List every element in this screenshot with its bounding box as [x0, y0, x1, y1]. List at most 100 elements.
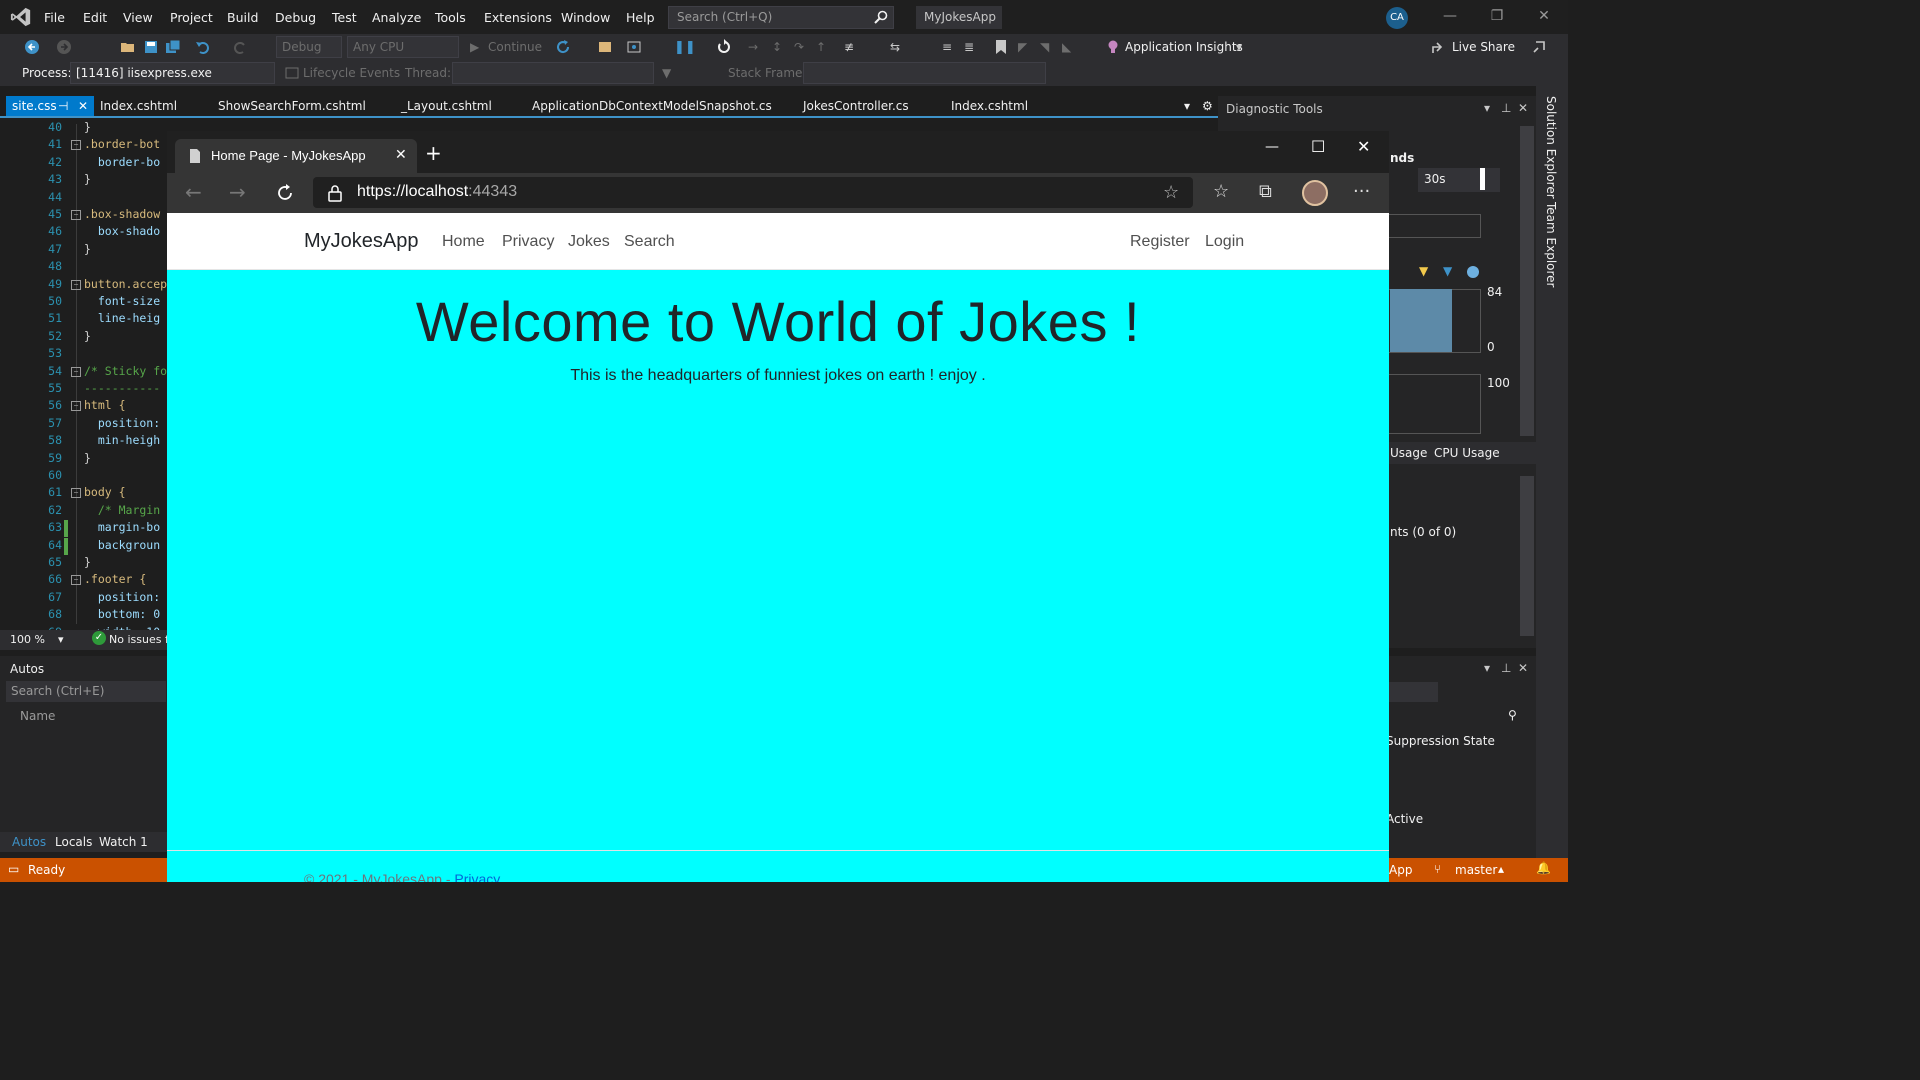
tab-list-dropdown-icon[interactable]: ▾: [1184, 96, 1190, 116]
clear-bookmarks-icon[interactable]: ◣: [1062, 40, 1071, 54]
browser-close-icon[interactable]: ✕: [1357, 137, 1370, 156]
menu-extensions[interactable]: Extensions: [484, 10, 552, 25]
zoom-level[interactable]: 100 %: [10, 633, 45, 646]
diag-scrollbar[interactable]: [1520, 126, 1534, 436]
browser-maximize-icon[interactable]: ☐: [1311, 137, 1325, 156]
browser-back-icon[interactable]: ←: [185, 180, 202, 204]
continue-button[interactable]: Continue: [488, 40, 542, 54]
tab-memory-usage[interactable]: Usage: [1390, 446, 1427, 460]
tab-index-cshtml[interactable]: Index.cshtml: [100, 96, 177, 116]
fold-toggle-icon[interactable]: −: [71, 575, 81, 586]
collections-icon[interactable]: ⧉: [1259, 181, 1272, 202]
code-editor[interactable]: 40} 41− .border-bot 42 border-bo 43} 44 45− .bo…: [0, 118, 168, 630]
menu-analyze[interactable]: Analyze: [372, 10, 421, 25]
menu-view[interactable]: View: [123, 10, 153, 25]
autos-name-column[interactable]: Name: [20, 709, 55, 723]
save-all-icon[interactable]: [165, 39, 181, 55]
settings-icon[interactable]: ⚙: [1202, 96, 1213, 116]
fold-toggle-icon[interactable]: −: [71, 210, 81, 220]
nav-search[interactable]: Search: [624, 233, 675, 251]
application-insights-button[interactable]: Application Insights: [1125, 40, 1243, 54]
stack-frame-select[interactable]: [803, 62, 1046, 84]
tab-locals[interactable]: Locals: [55, 835, 92, 849]
filter-icon[interactable]: ▼: [662, 66, 671, 80]
nav-login[interactable]: Login: [1205, 233, 1244, 251]
favorite-star-icon[interactable]: ☆: [1163, 182, 1179, 203]
tab-jokes-controller[interactable]: JokesController.cs: [803, 96, 909, 116]
next-bookmark-icon[interactable]: ◥: [1040, 40, 1049, 54]
minimize-icon[interactable]: —: [1440, 8, 1460, 26]
process-select[interactable]: [11416] iisexpress.exe: [70, 62, 275, 84]
notification-bell-icon[interactable]: 🔔: [1536, 861, 1551, 875]
panel-dropdown-icon[interactable]: ▾: [1484, 661, 1490, 675]
browser-tab[interactable]: Home Page - MyJokesApp ✕: [175, 139, 417, 173]
platform-select[interactable]: Any CPU: [347, 36, 459, 58]
menu-tools[interactable]: Tools: [435, 10, 466, 25]
tab-close-icon[interactable]: ✕: [78, 99, 88, 113]
menu-debug[interactable]: Debug: [275, 10, 316, 25]
diag-dropdown-icon[interactable]: ▾: [1484, 101, 1490, 115]
timeline-cursor[interactable]: [1480, 168, 1485, 190]
tab-showsearchform[interactable]: ShowSearchForm.cshtml: [218, 96, 366, 116]
screenshot-icon[interactable]: [626, 39, 642, 55]
live-share-icon[interactable]: [1431, 39, 1447, 55]
restart-icon[interactable]: [716, 39, 732, 55]
comment-icon[interactable]: ≡: [942, 40, 952, 54]
hot-reload-icon[interactable]: ≢: [844, 40, 854, 54]
lifecycle-events-button[interactable]: Lifecycle Events: [303, 66, 400, 80]
play-icon[interactable]: ▶: [470, 40, 479, 54]
step-into-icon[interactable]: →: [748, 40, 758, 54]
team-explorer-tab[interactable]: Team Explorer: [1544, 202, 1558, 288]
tab-index-cshtml-2[interactable]: Index.cshtml: [951, 96, 1028, 116]
browser-minimize-icon[interactable]: —: [1265, 139, 1279, 155]
new-tab-icon[interactable]: +: [425, 141, 442, 165]
menu-help[interactable]: Help: [626, 10, 655, 25]
fold-toggle-icon[interactable]: −: [71, 488, 81, 499]
back-nav-icon[interactable]: [24, 39, 40, 55]
vs-search-box[interactable]: Search (Ctrl+Q): [668, 6, 894, 29]
user-avatar[interactable]: CA: [1386, 7, 1408, 29]
feedback-icon[interactable]: [1531, 39, 1547, 55]
issues-status[interactable]: No issues fo: [109, 633, 176, 646]
close-icon[interactable]: ✕: [1534, 8, 1554, 26]
zoom-dropdown-icon[interactable]: ▾: [58, 633, 64, 646]
nav-register[interactable]: Register: [1130, 233, 1190, 251]
diag-lower-scrollbar[interactable]: [1520, 476, 1534, 636]
suppression-column[interactable]: Suppression State: [1386, 734, 1495, 748]
panel-close-icon[interactable]: ✕: [1518, 661, 1528, 675]
branch-caret-icon[interactable]: ▴: [1498, 862, 1504, 876]
step-up-icon[interactable]: ↑: [816, 40, 826, 54]
configuration-select[interactable]: Debug: [276, 36, 342, 58]
step-over-icon[interactable]: ↕: [772, 40, 782, 54]
favorites-icon[interactable]: ☆: [1213, 181, 1229, 202]
restore-icon[interactable]: ❐: [1487, 8, 1507, 26]
fold-toggle-icon[interactable]: −: [71, 279, 81, 290]
autos-search-input[interactable]: Search (Ctrl+E): [6, 681, 166, 702]
browser-tab-close-icon[interactable]: ✕: [395, 147, 407, 163]
profile-avatar[interactable]: [1302, 180, 1328, 206]
lock-icon[interactable]: [327, 184, 343, 202]
open-folder-icon[interactable]: [120, 39, 136, 55]
redo-icon[interactable]: [232, 39, 248, 55]
address-bar[interactable]: https://localhost:44343 ☆: [313, 177, 1193, 208]
diag-pin-icon[interactable]: ⊥: [1501, 101, 1511, 115]
nav-home[interactable]: Home: [442, 233, 485, 251]
tab-dbcontext-snapshot[interactable]: ApplicationDbContextModelSnapshot.cs: [532, 96, 772, 116]
prev-bookmark-icon[interactable]: ◤: [1018, 40, 1027, 54]
uncomment-icon[interactable]: ≣: [964, 40, 974, 54]
menu-window[interactable]: Window: [561, 10, 610, 25]
menu-edit[interactable]: Edit: [83, 10, 107, 25]
menu-test[interactable]: Test: [332, 10, 357, 25]
pause-icon[interactable]: ❚❚: [674, 40, 696, 55]
nav-jokes[interactable]: Jokes: [568, 233, 610, 251]
pin-icon[interactable]: ⊣: [58, 99, 68, 113]
footer-privacy-link[interactable]: Privacy: [454, 871, 500, 882]
tab-watch-1[interactable]: Watch 1: [99, 835, 148, 849]
panel-filter-select[interactable]: [1388, 682, 1438, 702]
browser-link-icon[interactable]: [597, 39, 613, 55]
status-app[interactable]: App: [1389, 863, 1412, 877]
threads-icon[interactable]: ⇆: [890, 40, 900, 54]
browser-forward-icon[interactable]: →: [229, 180, 246, 204]
refresh-icon[interactable]: [555, 39, 571, 55]
undo-icon[interactable]: [195, 39, 211, 55]
